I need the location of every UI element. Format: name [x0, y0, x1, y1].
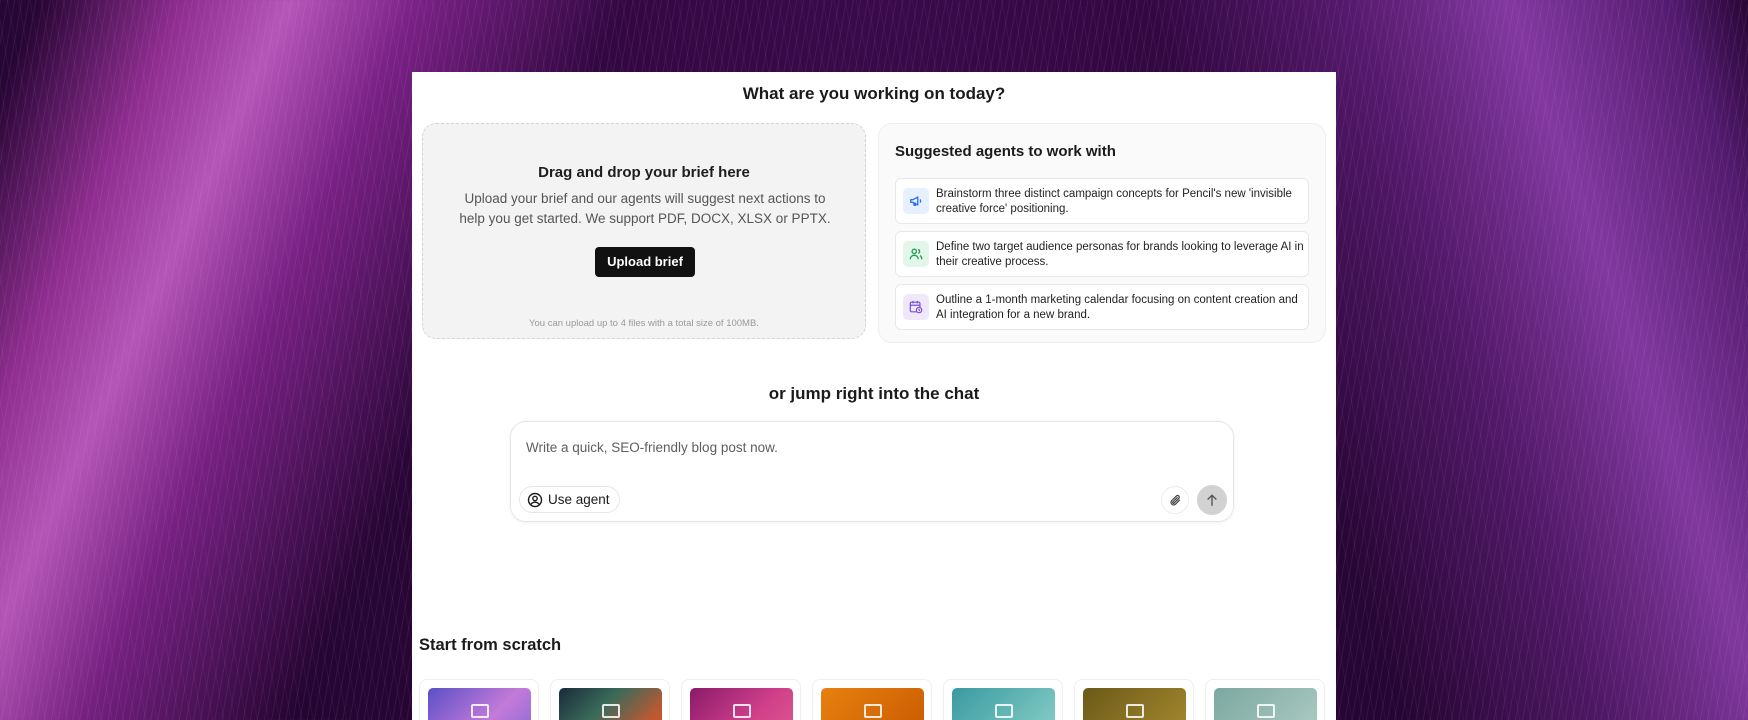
use-agent-label: Use agent: [548, 492, 610, 507]
suggested-agent-card[interactable]: Brainstorm three distinct campaign conce…: [895, 178, 1309, 224]
chat-input[interactable]: [526, 436, 1206, 458]
brief-dropzone[interactable]: Drag and drop your brief here Upload you…: [422, 123, 866, 339]
suggested-agent-card[interactable]: Outline a 1-month marketing calendar foc…: [895, 284, 1309, 330]
megaphone-icon: [903, 188, 929, 214]
dropzone-title: Drag and drop your brief here: [538, 164, 750, 181]
suggested-agent-text: Brainstorm three distinct campaign conce…: [936, 188, 1292, 215]
arrow-up-icon: [1205, 493, 1219, 507]
start-from-scratch-title: Start from scratch: [419, 636, 562, 654]
chat-section-title: or jump right into the chat: [768, 384, 980, 403]
paperclip-icon: [1169, 494, 1182, 507]
scratch-tile[interactable]: [943, 679, 1063, 720]
upload-brief-button[interactable]: Upload brief: [595, 247, 695, 277]
suggested-agent-text: Define two target audience personas for …: [936, 241, 1304, 268]
send-button[interactable]: [1197, 485, 1227, 515]
image-icon: [428, 688, 531, 720]
user-circle-icon: [527, 492, 543, 508]
scratch-tile[interactable]: [419, 679, 539, 720]
layout-icon: [952, 688, 1055, 720]
video-icon: [690, 688, 793, 720]
users-icon: [903, 241, 929, 267]
home-panel: What are you working on today? Drag and …: [412, 72, 1336, 720]
dropzone-description: Upload your brief and our agents will su…: [459, 191, 831, 226]
use-agent-button[interactable]: Use agent: [519, 486, 620, 513]
mail-icon: [1214, 688, 1317, 720]
scratch-tiles: [419, 679, 1329, 720]
upload-limit-note: You can upload up to 4 files with a tota…: [529, 318, 759, 329]
scratch-tile[interactable]: [812, 679, 932, 720]
calendar-clock-icon: [903, 294, 929, 320]
chat-composer: Use agent: [510, 421, 1234, 522]
scratch-tile[interactable]: [1074, 679, 1194, 720]
suggested-agents-panel: Suggested agents to work with Brainstorm…: [878, 123, 1326, 343]
page-title: What are you working on today?: [742, 84, 1006, 103]
suggested-agent-card[interactable]: Define two target audience personas for …: [895, 231, 1309, 277]
frame-icon: [559, 688, 662, 720]
suggested-agents-title: Suggested agents to work with: [895, 143, 1116, 160]
scratch-tile[interactable]: [1205, 679, 1325, 720]
scratch-tile[interactable]: [550, 679, 670, 720]
suggested-agent-text: Outline a 1-month marketing calendar foc…: [936, 294, 1298, 321]
attach-file-button[interactable]: [1161, 486, 1189, 514]
scratch-tile[interactable]: [681, 679, 801, 720]
layout-icon: [1083, 688, 1186, 720]
document-icon: [821, 688, 924, 720]
